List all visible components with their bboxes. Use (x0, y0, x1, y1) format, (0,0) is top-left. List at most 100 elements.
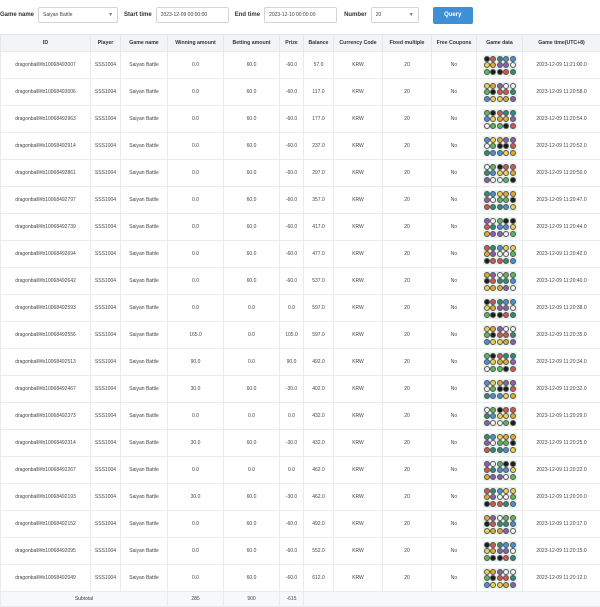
table-row[interactable]: dragonballl#b10068492694SSS1004Saiyan Ba… (1, 241, 600, 268)
column-header: Player (91, 35, 121, 52)
table-row[interactable]: dragonballl#b10068492963SSS1004Saiyan Ba… (1, 106, 600, 133)
table-row[interactable]: dragonballl#b10068492314SSS1004Saiyan Ba… (1, 430, 600, 457)
slot-symbol-icon (497, 116, 503, 122)
slot-symbol-icon (510, 528, 516, 534)
cell-currency-code: KRW (334, 565, 383, 592)
cell-game-data[interactable] (477, 538, 523, 565)
table-header-row: ID Player Game name Winning amount Betti… (1, 35, 600, 52)
table-row[interactable]: dragonballl#b10068492556SSS1004Saiyan Ba… (1, 322, 600, 349)
slot-symbol-icon (510, 515, 516, 521)
slot-symbol-icon (503, 164, 509, 170)
table-row[interactable]: dragonballl#b10068492267SSS1004Saiyan Ba… (1, 457, 600, 484)
slot-symbol-icon (497, 56, 503, 62)
slot-symbol-icon (490, 272, 496, 278)
slot-symbol-icon (490, 305, 496, 311)
cell-game-data[interactable] (477, 430, 523, 457)
table-row[interactable]: dragonballl#b10068493007SSS1004Saiyan Ba… (1, 52, 600, 79)
cell-betting-amount: 60.0 (224, 430, 280, 457)
slot-symbol-icon (497, 380, 503, 386)
cell-winning-amount: 0.0 (168, 187, 224, 214)
table-row[interactable]: dragonballl#b10068492373SSS1004Saiyan Ba… (1, 403, 600, 430)
cell-game-data[interactable] (477, 268, 523, 295)
cell-balance: 462.0 (304, 457, 334, 484)
slot-symbol-icon (490, 218, 496, 224)
cell-game-time: 2023-12-09 11:20:58.0 (523, 79, 600, 106)
cell-game-data[interactable] (477, 187, 523, 214)
table-row[interactable]: dragonballl#b10068492193SSS1004Saiyan Ba… (1, 484, 600, 511)
cell-game-data[interactable] (477, 376, 523, 403)
cell-game-data[interactable] (477, 403, 523, 430)
slot-symbol-icon (497, 170, 503, 176)
slot-symbol-icon (490, 353, 496, 359)
slot-symbol-icon (484, 575, 490, 581)
slot-symbol-icon (503, 521, 509, 527)
cell-game-data[interactable] (477, 133, 523, 160)
cell-game-data[interactable] (477, 322, 523, 349)
cell-game-data[interactable] (477, 457, 523, 484)
table-row[interactable]: dragonballl#b10068492642SSS1004Saiyan Ba… (1, 268, 600, 295)
cell-game-data[interactable] (477, 160, 523, 187)
cell-betting-amount: 60.0 (224, 160, 280, 187)
slot-symbol-icon (503, 582, 509, 588)
cell-game-data[interactable] (477, 106, 523, 133)
slot-symbol-icon (490, 413, 496, 419)
table-row[interactable]: dragonballl#b10068492593SSS1004Saiyan Ba… (1, 295, 600, 322)
cell-game-name: Saiyan Battle (121, 565, 168, 592)
slot-symbol-icon (484, 123, 490, 129)
cell-game-data[interactable] (477, 484, 523, 511)
slot-symbols-grid-icon (483, 568, 517, 589)
cell-game-data[interactable] (477, 511, 523, 538)
slot-symbol-icon (490, 555, 496, 561)
number-select[interactable]: 20 ▼ (371, 7, 419, 23)
slot-symbol-icon (484, 245, 490, 251)
slot-symbol-icon (497, 245, 503, 251)
table-row[interactable]: dragonballl#b10068492739SSS1004Saiyan Ba… (1, 214, 600, 241)
slot-symbol-icon (490, 420, 496, 426)
slot-symbol-icon (503, 542, 509, 548)
cell-game-time: 2023-12-09 11:20:42.0 (523, 241, 600, 268)
cell-game-data[interactable] (477, 565, 523, 592)
game-name-select[interactable]: Saiyan Battle ▼ (38, 7, 118, 23)
table-row[interactable]: dragonballl#b10068493006SSS1004Saiyan Ba… (1, 79, 600, 106)
column-header: ID (1, 35, 91, 52)
start-time-input[interactable]: 2023-12-09 00:00:00 (156, 7, 229, 23)
slot-symbol-icon (503, 548, 509, 554)
slot-symbol-icon (490, 575, 496, 581)
cell-game-data[interactable] (477, 241, 523, 268)
cell-game-data[interactable] (477, 79, 523, 106)
cell-game-data[interactable] (477, 52, 523, 79)
table-row[interactable]: dragonballl#b10068492467SSS1004Saiyan Ba… (1, 376, 600, 403)
slot-symbol-icon (510, 150, 516, 156)
cell-player: SSS1004 (91, 322, 121, 349)
slot-symbol-icon (497, 515, 503, 521)
slot-symbol-icon (497, 326, 503, 332)
slot-symbol-icon (484, 488, 490, 494)
slot-symbol-icon (484, 56, 490, 62)
slot-symbol-icon (497, 386, 503, 392)
cell-fixed-multiple: 20 (383, 79, 432, 106)
cell-game-data[interactable] (477, 214, 523, 241)
cell-free-coupons: No (432, 403, 477, 430)
table-row[interactable]: dragonballl#b10068492797SSS1004Saiyan Ba… (1, 187, 600, 214)
slot-symbol-icon (484, 461, 490, 467)
slot-symbol-icon (510, 521, 516, 527)
table-row[interactable]: dragonballl#b10068492861SSS1004Saiyan Ba… (1, 160, 600, 187)
end-time-input[interactable]: 2023-12-10 00:00:00 (264, 7, 337, 23)
column-header: Currency Code (334, 35, 383, 52)
cell-currency-code: KRW (334, 268, 383, 295)
slot-symbol-icon (510, 231, 516, 237)
cell-game-data[interactable] (477, 295, 523, 322)
slot-symbol-icon (510, 143, 516, 149)
slot-symbol-icon (497, 69, 503, 75)
query-button[interactable]: Query (433, 7, 473, 24)
table-row[interactable]: dragonballl#b10068492513SSS1004Saiyan Ba… (1, 349, 600, 376)
table-row[interactable]: dragonballl#b10068492049SSS1004Saiyan Ba… (1, 565, 600, 592)
cell-game-data[interactable] (477, 349, 523, 376)
subtotal-winning: 285 (168, 592, 224, 607)
table-row[interactable]: dragonballl#b10068492152SSS1004Saiyan Ba… (1, 511, 600, 538)
table-row[interactable]: dragonballl#b10068492914SSS1004Saiyan Ba… (1, 133, 600, 160)
column-header: Game data (477, 35, 523, 52)
slot-symbol-icon (510, 96, 516, 102)
table-row[interactable]: dragonballl#b10068492095SSS1004Saiyan Ba… (1, 538, 600, 565)
slot-symbol-icon (497, 231, 503, 237)
